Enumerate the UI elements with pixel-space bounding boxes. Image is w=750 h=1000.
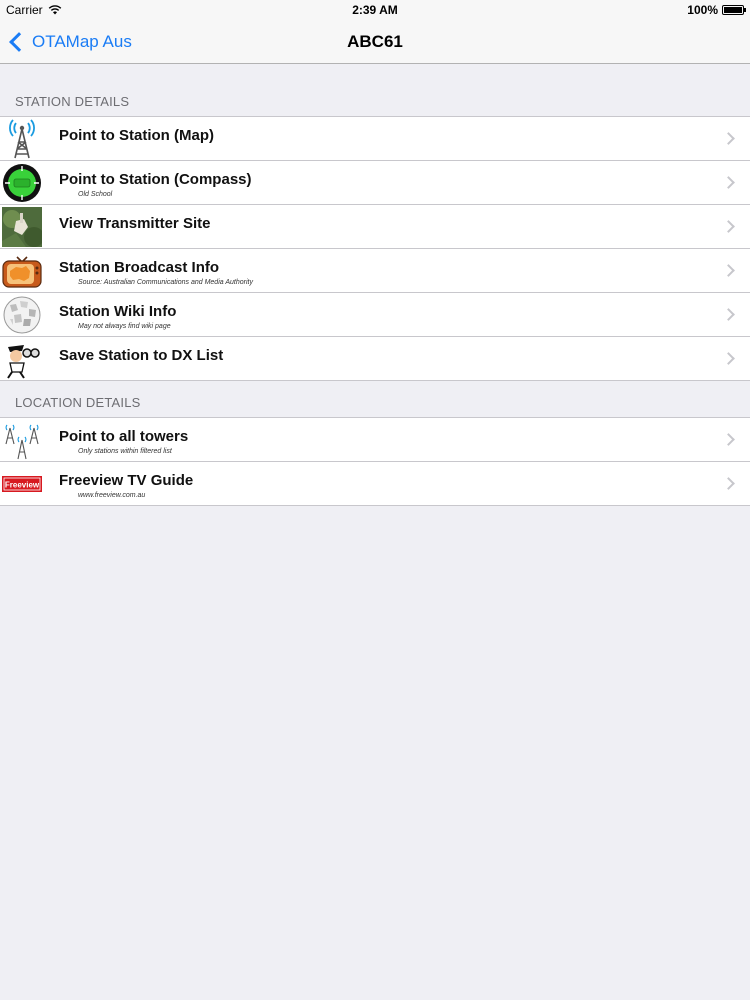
compass-icon: [2, 163, 42, 203]
status-time: 2:39 AM: [352, 3, 398, 17]
row-station-wiki-info[interactable]: Station Wiki Info May not always find wi…: [0, 293, 750, 337]
chevron-right-icon: [722, 264, 735, 277]
row-subtitle: Source: Australian Communications and Me…: [78, 279, 253, 286]
freeview-logo-icon: Freeview: [2, 464, 42, 504]
multiple-towers-icon: [2, 420, 42, 460]
row-freeview-tv-guide[interactable]: Freeview Freeview TV Guide www.freeview.…: [0, 462, 750, 505]
row-title: Station Broadcast Info: [59, 259, 220, 276]
row-view-transmitter-site[interactable]: View Transmitter Site: [0, 205, 750, 249]
location-details-group: Point to all towers Only stations within…: [0, 417, 750, 506]
wikipedia-globe-icon: [2, 295, 42, 335]
back-button-label: OTAMap Aus: [32, 31, 132, 51]
chevron-right-icon: [722, 176, 735, 189]
battery-fill: [724, 7, 742, 13]
site-photo-icon: [2, 207, 42, 247]
station-details-group: Point to Station (Map) Point to Station …: [0, 116, 750, 381]
row-title: Point to all towers: [59, 428, 189, 445]
battery-icon: [722, 5, 746, 15]
battery-percent: 100%: [687, 3, 718, 17]
chevron-right-icon: [722, 220, 735, 233]
chevron-right-icon: [722, 132, 735, 145]
row-title: View Transmitter Site: [59, 215, 211, 232]
chevron-left-icon: [9, 31, 29, 52]
row-point-to-station-map[interactable]: Point to Station (Map): [0, 117, 750, 161]
status-bar: Carrier 2:39 AM 100%: [0, 0, 750, 20]
freeview-logo-text: Freeview: [5, 481, 40, 490]
section-header-location-details: LOCATION DETAILS: [15, 395, 141, 410]
row-subtitle: Only stations within filtered list: [78, 448, 172, 455]
row-subtitle: May not always find wiki page: [78, 323, 171, 330]
chevron-right-icon: [722, 477, 735, 490]
row-title: Save Station to DX List: [59, 347, 224, 364]
tv-australia-icon: [2, 251, 42, 291]
row-subtitle: Old School: [78, 191, 113, 198]
row-title: Point to Station (Map): [59, 127, 214, 144]
status-right: 100%: [687, 3, 746, 17]
row-point-to-all-towers[interactable]: Point to all towers Only stations within…: [0, 418, 750, 462]
section-header-station-details: STATION DETAILS: [15, 94, 130, 109]
chevron-right-icon: [722, 308, 735, 321]
navigation-bar: OTAMap Aus ABC61: [0, 20, 750, 64]
row-title: Freeview TV Guide: [59, 472, 194, 489]
row-title: Point to Station (Compass): [59, 171, 252, 188]
binoculars-spy-icon: [2, 339, 42, 379]
row-station-broadcast-info[interactable]: Station Broadcast Info Source: Australia…: [0, 249, 750, 293]
row-title: Station Wiki Info: [59, 303, 177, 320]
transmitter-tower-icon: [2, 119, 42, 159]
chevron-right-icon: [722, 352, 735, 365]
chevron-right-icon: [722, 433, 735, 446]
row-subtitle: www.freeview.com.au: [78, 492, 146, 499]
row-save-station-dx-list[interactable]: Save Station to DX List: [0, 337, 750, 380]
back-button[interactable]: OTAMap Aus: [6, 20, 132, 63]
row-point-to-station-compass[interactable]: Point to Station (Compass) Old School: [0, 161, 750, 205]
